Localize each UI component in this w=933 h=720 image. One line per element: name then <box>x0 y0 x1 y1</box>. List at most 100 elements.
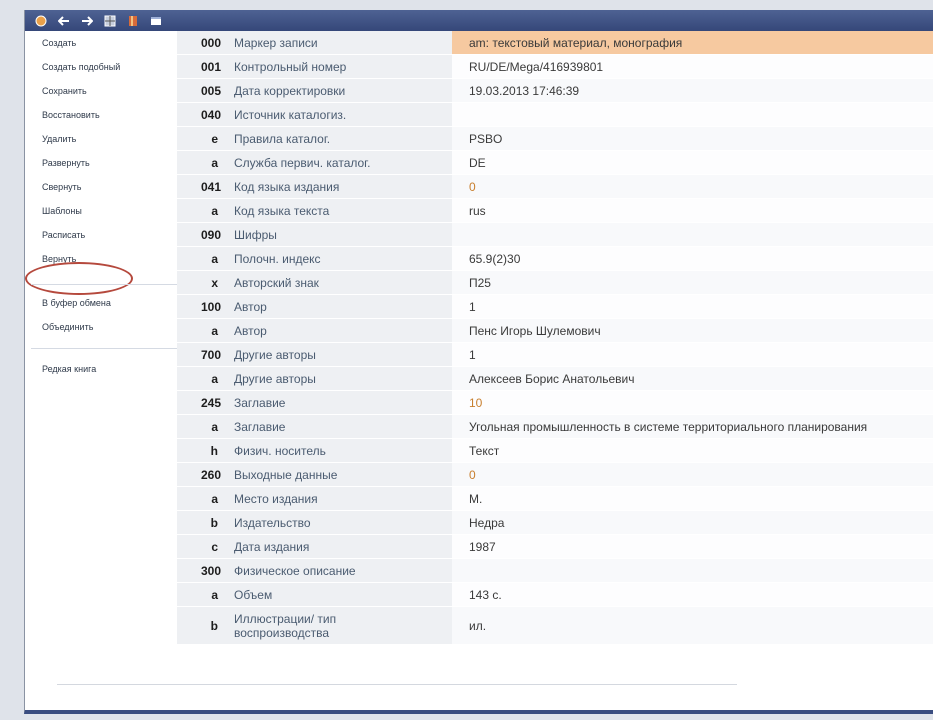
field-value[interactable]: 1 <box>452 343 933 366</box>
table-row[interactable]: a Полочн. индекс 65.9(2)30 <box>177 247 933 271</box>
sidebar-item-rare-book[interactable]: Редкая книга <box>42 364 96 374</box>
table-row[interactable]: a Место издания М. <box>177 487 933 511</box>
table-row[interactable]: 040 Источник каталогиз. <box>177 103 933 127</box>
table-row[interactable]: a Объем 143 с. <box>177 583 933 607</box>
table-row[interactable]: 100 Автор 1 <box>177 295 933 319</box>
sidebar-item-expand[interactable]: Развернуть <box>42 158 90 168</box>
sidebar-item-return[interactable]: Вернуть <box>42 254 76 264</box>
sidebar-item-save[interactable]: Сохранить <box>42 86 87 96</box>
subfield-code: a <box>211 203 218 218</box>
field-value[interactable]: 65.9(2)30 <box>452 247 933 270</box>
sidebar-item-copy-to-clipboard[interactable]: В буфер обмена <box>42 298 111 308</box>
field-name: Издательство <box>234 515 311 530</box>
table-row[interactable]: b Иллюстрации/ тип воспроизводства ил. <box>177 607 933 645</box>
field-value[interactable]: PSBO <box>452 127 933 150</box>
table-row[interactable]: e Правила каталог. PSBO <box>177 127 933 151</box>
table-row[interactable]: 300 Физическое описание <box>177 559 933 583</box>
sidebar-item-collapse[interactable]: Свернуть <box>42 182 81 192</box>
table-row[interactable]: a Служба первич. каталог. DE <box>177 151 933 175</box>
field-tag: 090 <box>201 227 222 242</box>
field-value[interactable]: 0 <box>452 175 933 198</box>
field-label-cell: a Место издания <box>177 487 452 510</box>
field-label-cell: e Правила каталог. <box>177 127 452 150</box>
table-row[interactable]: b Издательство Недра <box>177 511 933 535</box>
field-label-cell: a Код языка текста <box>177 199 452 222</box>
field-label-cell: a Заглавие <box>177 415 452 438</box>
table-row[interactable]: a Заглавие Угольная промышленность в систе… <box>177 415 933 439</box>
return-annotation-oval <box>25 262 133 295</box>
table-row[interactable]: x Авторский знак П25 <box>177 271 933 295</box>
table-row[interactable]: 000 Маркер записи am: текстовый материал, … <box>177 31 933 55</box>
field-label-cell: 700 Другие авторы <box>177 343 452 366</box>
field-value[interactable]: Недра <box>452 511 933 534</box>
forward-arrow-icon[interactable] <box>80 14 94 28</box>
sidebar-item-create-similar[interactable]: Создать подобный <box>42 62 120 72</box>
field-value[interactable]: 0 <box>452 463 933 486</box>
field-value[interactable]: 1 <box>452 295 933 318</box>
sidebar-divider <box>31 284 177 285</box>
table-row[interactable]: 005 Дата корректировки 19.03.2013 17:46:39 <box>177 79 933 103</box>
field-tag: 005 <box>201 83 222 98</box>
table-row[interactable]: 041 Код языка издания 0 <box>177 175 933 199</box>
field-label-cell: b Издательство <box>177 511 452 534</box>
table-row[interactable]: a Автор Пенс Игорь Шулемович <box>177 319 933 343</box>
table-row[interactable]: 700 Другие авторы 1 <box>177 343 933 367</box>
grid-icon[interactable] <box>103 14 117 28</box>
window-icon[interactable] <box>149 14 163 28</box>
field-value[interactable] <box>452 223 933 246</box>
field-name: Правила каталог. <box>234 131 331 146</box>
field-value[interactable]: Алексеев Борис Анатольевич <box>452 367 933 390</box>
field-name: Физич. носитель <box>234 443 326 458</box>
field-tag: 300 <box>201 563 222 578</box>
field-value[interactable]: 1987 <box>452 535 933 558</box>
sidebar-item-templates[interactable]: Шаблоны <box>42 206 82 216</box>
field-label-cell: 041 Код языка издания <box>177 175 452 198</box>
field-tag: 041 <box>201 179 222 194</box>
field-value[interactable]: am: текстовый материал, монография <box>452 31 933 54</box>
field-label-cell: x Авторский знак <box>177 271 452 294</box>
field-value[interactable]: ил. <box>452 607 933 644</box>
field-label-cell: 001 Контрольный номер <box>177 55 452 78</box>
book-icon[interactable] <box>126 14 140 28</box>
table-row[interactable]: 090 Шифры <box>177 223 933 247</box>
table-row[interactable]: 260 Выходные данные 0 <box>177 463 933 487</box>
back-arrow-icon[interactable] <box>57 14 71 28</box>
field-value[interactable]: 19.03.2013 17:46:39 <box>452 79 933 102</box>
sidebar-item-create[interactable]: Создать <box>42 38 76 48</box>
record-icon[interactable] <box>34 14 48 28</box>
field-value[interactable]: П25 <box>452 271 933 294</box>
field-value[interactable]: RU/DE/Mega/416939801 <box>452 55 933 78</box>
table-row[interactable]: h Физич. носитель Текст <box>177 439 933 463</box>
field-value[interactable]: 10 <box>452 391 933 414</box>
field-label-cell: a Полочн. индекс <box>177 247 452 270</box>
sidebar-item-describe[interactable]: Расписать <box>42 230 85 240</box>
field-name: Выходные данные <box>234 467 338 482</box>
field-value[interactable]: DE <box>452 151 933 174</box>
field-value[interactable]: 143 с. <box>452 583 933 606</box>
sidebar-item-merge[interactable]: Объединить <box>42 322 93 332</box>
subfield-code: h <box>210 443 218 458</box>
field-name: Полочн. индекс <box>234 251 321 266</box>
sidebar-item-restore[interactable]: Восстановить <box>42 110 100 120</box>
field-label-cell: a Другие авторы <box>177 367 452 390</box>
field-value[interactable]: rus <box>452 199 933 222</box>
field-value[interactable] <box>452 559 933 582</box>
field-value[interactable]: Угольная промышленность в системе террит… <box>452 415 933 438</box>
toolbar <box>25 10 933 31</box>
field-name: Физическое описание <box>234 563 356 578</box>
field-value[interactable]: Пенс Игорь Шулемович <box>452 319 933 342</box>
field-value[interactable] <box>452 103 933 126</box>
table-row[interactable]: 001 Контрольный номер RU/DE/Mega/416939801 <box>177 55 933 79</box>
field-value[interactable]: Текст <box>452 439 933 462</box>
sidebar-item-delete[interactable]: Удалить <box>42 134 76 144</box>
table-row[interactable]: a Другие авторы Алексеев Борис Анатольевич <box>177 367 933 391</box>
table-row[interactable]: 245 Заглавие 10 <box>177 391 933 415</box>
table-row[interactable]: c Дата издания 1987 <box>177 535 933 559</box>
field-value[interactable]: М. <box>452 487 933 510</box>
subfield-code: e <box>211 131 218 146</box>
table-row[interactable]: a Код языка текста rus <box>177 199 933 223</box>
field-label-cell: 300 Физическое описание <box>177 559 452 582</box>
field-label-cell: 100 Автор <box>177 295 452 318</box>
field-label-cell: 090 Шифры <box>177 223 452 246</box>
field-name: Источник каталогиз. <box>234 107 347 122</box>
